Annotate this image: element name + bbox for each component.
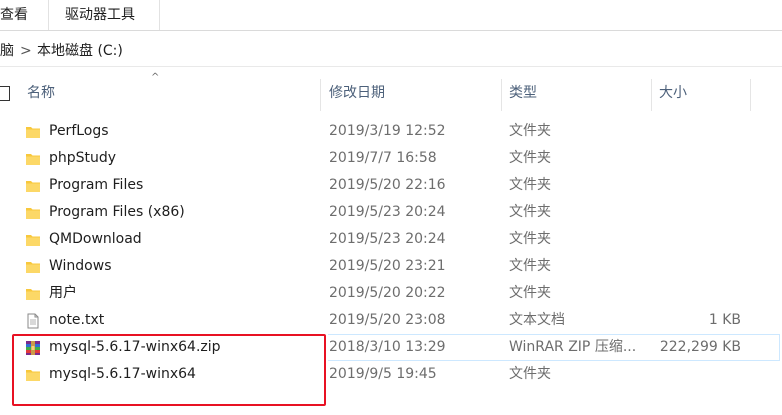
file-size: 1 KB xyxy=(708,312,741,328)
table-row[interactable]: note.txt 2019/5/20 23:08 文本文档 1 KB xyxy=(16,307,782,334)
file-type: 文件夹 xyxy=(509,123,551,139)
file-date: 2019/3/19 12:52 xyxy=(329,123,446,139)
file-type: 文件夹 xyxy=(509,150,551,166)
file-date: 2019/5/20 22:16 xyxy=(329,177,446,193)
address-divider xyxy=(0,66,782,67)
tab-view[interactable]: 查看 xyxy=(0,0,28,30)
file-date: 2019/5/23 20:24 xyxy=(329,231,446,247)
table-row[interactable]: Program Files (x86) 2019/5/23 20:24 文件夹 xyxy=(16,199,782,226)
hover-row-outline xyxy=(328,334,780,361)
file-name: phpStudy xyxy=(49,150,117,166)
file-type: 文件夹 xyxy=(509,366,551,382)
file-name: 用户 xyxy=(49,285,77,301)
column-name[interactable]: 名称 xyxy=(27,75,55,111)
file-name: Program Files xyxy=(49,177,144,193)
breadcrumb-current[interactable]: 本地磁盘 (C:) xyxy=(37,38,123,64)
column-header: 名称 修改日期 类型 大小 xyxy=(0,75,782,111)
folder-icon xyxy=(26,127,40,138)
file-type: 文件夹 xyxy=(509,258,551,274)
tab-divider xyxy=(159,0,160,30)
file-type: 文件夹 xyxy=(509,285,551,301)
file-type: 文件夹 xyxy=(509,231,551,247)
file-date: 2019/5/20 20:22 xyxy=(329,285,446,301)
folder-icon xyxy=(26,181,40,192)
folder-icon xyxy=(26,262,40,273)
column-divider[interactable] xyxy=(501,79,502,111)
tab-drive-tools[interactable]: 驱动器工具 xyxy=(65,0,135,30)
column-divider[interactable] xyxy=(651,79,652,111)
table-row[interactable]: QMDownload 2019/5/23 20:24 文件夹 xyxy=(16,226,782,253)
file-type: 文件夹 xyxy=(509,177,551,193)
file-name: PerfLogs xyxy=(49,123,109,139)
file-type: 文本文档 xyxy=(509,312,565,328)
column-type[interactable]: 类型 xyxy=(509,75,537,111)
red-highlight-annotation xyxy=(12,334,326,406)
column-divider[interactable] xyxy=(750,79,751,111)
file-date: 2019/7/7 16:58 xyxy=(329,150,437,166)
file-name: Program Files (x86) xyxy=(49,204,185,220)
folder-icon xyxy=(26,154,40,165)
table-row[interactable]: PerfLogs 2019/3/19 12:52 文件夹 xyxy=(16,118,782,145)
select-all-checkbox[interactable] xyxy=(0,86,10,101)
folder-icon xyxy=(26,235,40,246)
breadcrumb-separator[interactable]: > xyxy=(20,38,32,64)
table-row[interactable]: Windows 2019/5/20 23:21 文件夹 xyxy=(16,253,782,280)
column-divider[interactable] xyxy=(320,79,321,111)
table-row[interactable]: 用户 2019/5/20 20:22 文件夹 xyxy=(16,280,782,307)
breadcrumb: 脑 > 本地磁盘 (C:) xyxy=(0,38,782,64)
ribbon-tab-bar: 查看 驱动器工具 xyxy=(0,0,782,31)
column-date[interactable]: 修改日期 xyxy=(329,75,385,111)
file-date: 2019/5/20 23:21 xyxy=(329,258,446,274)
folder-icon xyxy=(26,208,40,219)
folder-icon xyxy=(26,289,40,300)
column-size[interactable]: 大小 xyxy=(659,75,687,111)
file-name: QMDownload xyxy=(49,231,142,247)
table-row[interactable]: phpStudy 2019/7/7 16:58 文件夹 xyxy=(16,145,782,172)
breadcrumb-prev-segment[interactable]: 脑 xyxy=(0,38,14,64)
file-type: 文件夹 xyxy=(509,204,551,220)
file-name: Windows xyxy=(49,258,112,274)
tab-divider xyxy=(48,0,49,30)
file-date: 2019/9/5 19:45 xyxy=(329,366,437,382)
text-file-icon xyxy=(27,313,39,329)
file-date: 2019/5/23 20:24 xyxy=(329,204,446,220)
file-date: 2019/5/20 23:08 xyxy=(329,312,446,328)
file-name: note.txt xyxy=(49,312,105,328)
table-row[interactable]: Program Files 2019/5/20 22:16 文件夹 xyxy=(16,172,782,199)
